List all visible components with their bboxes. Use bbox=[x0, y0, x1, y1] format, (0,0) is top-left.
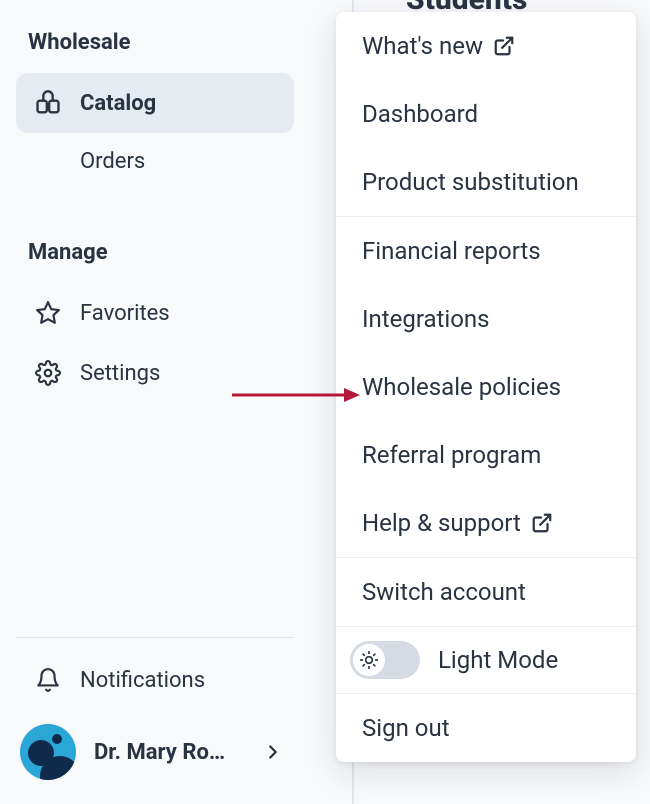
divider bbox=[16, 637, 294, 638]
menu-item-label: Switch account bbox=[362, 578, 526, 606]
menu-item-integrations[interactable]: Integrations bbox=[336, 285, 636, 353]
catalog-icon bbox=[34, 89, 62, 117]
menu-item-product-substitution[interactable]: Product substitution bbox=[336, 148, 636, 216]
menu-item-label: Help & support bbox=[362, 509, 521, 537]
menu-item-label: Financial reports bbox=[362, 237, 541, 265]
menu-item-label: Dashboard bbox=[362, 100, 478, 128]
sidebar: Wholesale Catalog Orders Manage Favorite… bbox=[0, 0, 310, 804]
user-menu[interactable]: Dr. Mary Ro… bbox=[16, 710, 294, 804]
menu-item-help-support[interactable]: Help & support bbox=[336, 489, 636, 557]
star-icon bbox=[34, 299, 62, 327]
menu-item-label: Sign out bbox=[362, 714, 450, 742]
sidebar-item-label: Notifications bbox=[80, 668, 205, 693]
theme-mode-row: Light Mode bbox=[336, 627, 636, 693]
menu-item-switch-account[interactable]: Switch account bbox=[336, 558, 636, 626]
menu-item-label: Product substitution bbox=[362, 168, 579, 196]
sidebar-item-label: Orders bbox=[80, 149, 145, 174]
menu-item-dashboard[interactable]: Dashboard bbox=[336, 80, 636, 148]
sidebar-item-label: Settings bbox=[80, 361, 160, 386]
dropdown-menu: What's new Dashboard Product substitutio… bbox=[336, 12, 636, 762]
menu-item-label: Wholesale policies bbox=[362, 373, 561, 401]
sidebar-item-notifications[interactable]: Notifications bbox=[16, 650, 294, 710]
avatar bbox=[20, 724, 76, 780]
toggle-knob bbox=[353, 644, 385, 676]
theme-mode-label: Light Mode bbox=[438, 646, 558, 674]
bell-icon bbox=[34, 666, 62, 694]
menu-item-label: Integrations bbox=[362, 305, 490, 333]
menu-item-wholesale-policies[interactable]: Wholesale policies bbox=[336, 353, 636, 421]
sidebar-item-orders[interactable]: Orders bbox=[16, 133, 294, 190]
external-link-icon bbox=[531, 512, 553, 534]
menu-item-label: What's new bbox=[362, 32, 483, 60]
section-title-wholesale: Wholesale bbox=[16, 0, 294, 73]
sidebar-item-label: Catalog bbox=[80, 91, 156, 116]
user-name: Dr. Mary Ro… bbox=[94, 740, 244, 765]
menu-item-referral-program[interactable]: Referral program bbox=[336, 421, 636, 489]
menu-item-label: Referral program bbox=[362, 441, 541, 469]
external-link-icon bbox=[493, 35, 515, 57]
menu-item-whats-new[interactable]: What's new bbox=[336, 12, 636, 80]
sidebar-item-label: Favorites bbox=[80, 301, 170, 326]
menu-item-financial-reports[interactable]: Financial reports bbox=[336, 217, 636, 285]
sidebar-item-catalog[interactable]: Catalog bbox=[16, 73, 294, 133]
gear-icon bbox=[34, 359, 62, 387]
section-title-manage: Manage bbox=[16, 190, 294, 283]
chevron-right-icon bbox=[262, 741, 284, 763]
sun-icon bbox=[359, 650, 379, 670]
menu-item-sign-out[interactable]: Sign out bbox=[336, 694, 636, 762]
theme-toggle[interactable] bbox=[350, 641, 420, 679]
sidebar-item-favorites[interactable]: Favorites bbox=[16, 283, 294, 343]
sidebar-item-settings[interactable]: Settings bbox=[16, 343, 294, 403]
